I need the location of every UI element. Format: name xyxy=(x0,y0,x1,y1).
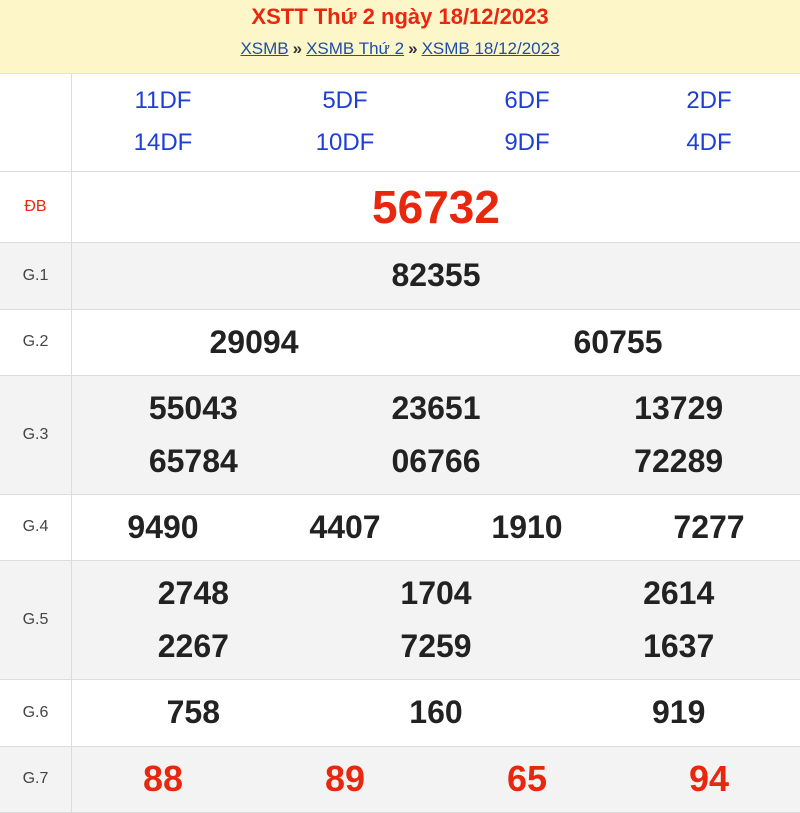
code-item: 6DF xyxy=(504,87,550,115)
prize-row-g7: G.7 88 89 65 94 xyxy=(0,746,800,813)
page-title: XSTT Thứ 2 ngày 18/12/2023 xyxy=(251,4,549,29)
prize-row-g4: G.4 9490 4407 1910 7277 xyxy=(0,494,800,561)
prize-label-g5: G.5 xyxy=(0,560,72,680)
prize-number: 13729 xyxy=(634,389,724,426)
prize-row-g3: G.3 55043 23651 13729 65784 06766 72289 xyxy=(0,375,800,495)
prize-number: 06766 xyxy=(391,442,481,479)
code-item: 5DF xyxy=(322,87,368,115)
prize-number: 2748 xyxy=(157,574,229,611)
prize-number: 88 xyxy=(142,758,184,799)
special-prize-number: 56732 xyxy=(372,180,500,233)
prize-number: 89 xyxy=(324,758,366,799)
code-item: 4DF xyxy=(686,129,732,157)
codes-grid: 11DF 5DF 6DF 2DF 14DF 10DF 9DF 4DF xyxy=(72,80,800,164)
page-header: XSTT Thứ 2 ngày 18/12/2023 XSMB» XSMB Thứ… xyxy=(0,0,800,74)
prize-number: 2267 xyxy=(157,627,229,664)
prize-label-g2: G.2 xyxy=(0,309,72,376)
code-item: 14DF xyxy=(133,129,193,157)
prize-number: 82355 xyxy=(391,257,481,293)
codes-row: 11DF 5DF 6DF 2DF 14DF 10DF 9DF 4DF xyxy=(0,74,800,172)
prize-number: 919 xyxy=(651,694,706,730)
prize-number: 55043 xyxy=(148,389,238,426)
prize-label-g3: G.3 xyxy=(0,375,72,495)
prize-label-db: ĐB xyxy=(0,171,72,243)
prize-number: 1704 xyxy=(400,574,472,611)
breadcrumb-link-xsmb-date[interactable]: XSMB 18/12/2023 xyxy=(422,39,560,58)
prize-number: 2614 xyxy=(643,574,715,611)
prize-number: 9490 xyxy=(127,508,199,545)
prize-row-g1: G.1 82355 xyxy=(0,242,800,310)
prize-number: 23651 xyxy=(391,389,481,426)
code-item: 2DF xyxy=(686,87,732,115)
prize-row-g5: G.5 2748 1704 2614 2267 7259 1637 xyxy=(0,560,800,680)
prize-number: 72289 xyxy=(634,442,724,479)
prize-row-g6: G.6 758 160 919 xyxy=(0,679,800,747)
breadcrumb-link-xsmb-thu-2[interactable]: XSMB Thứ 2 xyxy=(306,39,404,58)
prize-number: 4407 xyxy=(309,508,381,545)
prize-row-g2: G.2 29094 60755 xyxy=(0,309,800,376)
code-item: 10DF xyxy=(315,129,375,157)
prize-number: 65 xyxy=(506,758,548,799)
prize-label-g7: G.7 xyxy=(0,746,72,813)
prize-label-g6: G.6 xyxy=(0,679,72,747)
breadcrumb-link-xsmb[interactable]: XSMB xyxy=(240,39,288,58)
prize-number: 60755 xyxy=(573,323,663,360)
prize-number: 1910 xyxy=(491,508,563,545)
prize-number: 7277 xyxy=(673,508,745,545)
breadcrumb-separator: » xyxy=(292,39,303,58)
prize-number: 160 xyxy=(409,694,463,730)
prize-label-g1: G.1 xyxy=(0,242,72,310)
prize-number: 65784 xyxy=(148,442,238,479)
code-item: 9DF xyxy=(504,129,550,157)
results-table: 11DF 5DF 6DF 2DF 14DF 10DF 9DF 4DF ĐB 56… xyxy=(0,74,800,813)
breadcrumb-separator: » xyxy=(408,39,418,58)
prize-row-db: ĐB 56732 xyxy=(0,171,800,243)
prize-number: 1637 xyxy=(643,627,715,664)
prize-number: 29094 xyxy=(209,323,299,360)
prize-label-g4: G.4 xyxy=(0,494,72,561)
code-item: 11DF xyxy=(134,87,192,115)
prize-number: 7259 xyxy=(400,627,472,664)
prize-number: 758 xyxy=(166,694,221,730)
codes-label-cell xyxy=(0,74,72,172)
breadcrumb: XSMB» XSMB Thứ 2» XSMB 18/12/2023 xyxy=(0,30,800,59)
prize-number: 94 xyxy=(688,758,730,799)
